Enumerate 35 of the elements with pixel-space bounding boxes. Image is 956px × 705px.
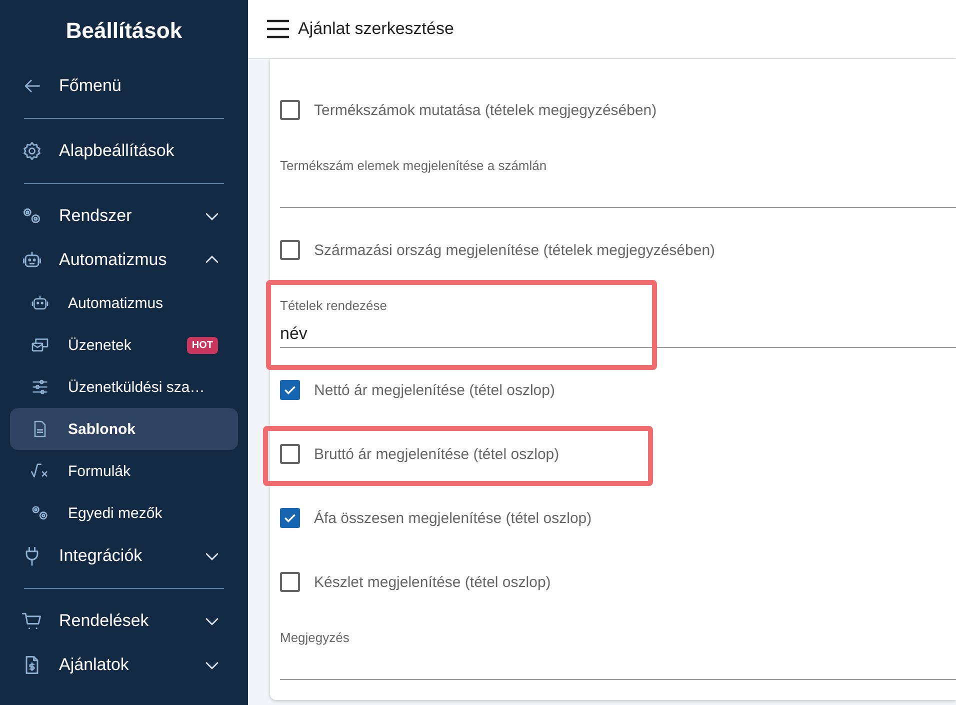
checkbox[interactable]	[280, 572, 300, 592]
checkbox[interactable]	[280, 380, 300, 400]
input-field[interactable]: Termékszám elemek megjelenítése a számlán	[280, 152, 956, 208]
nav-item[interactable]: Integrációk	[0, 534, 248, 578]
nav-item[interactable]: Rendszer	[0, 194, 248, 238]
checkbox-label: Készlet megjelenítése (tétel oszlop)	[314, 574, 551, 590]
hot-badge: HOT	[186, 336, 218, 354]
checkbox-label: Termékszámok mutatása (tételek megjegyzésében)	[314, 102, 657, 118]
checkbox[interactable]	[280, 444, 300, 464]
checkbox-label: Nettó ár megjelenítése (tétel oszlop)	[314, 382, 555, 398]
checkbox-label: Bruttó ár megjelenítése (tétel oszlop)	[314, 446, 560, 462]
nav-item[interactable]: Főmenü	[0, 64, 248, 108]
nav-item[interactable]: Automatizmus	[0, 238, 248, 282]
nav-item[interactable]: Alapbeállítások	[0, 129, 248, 173]
checkbox[interactable]	[280, 508, 300, 528]
checkbox[interactable]	[280, 100, 300, 120]
page-title: Ajánlat szerkesztése	[298, 19, 454, 39]
nav-subitem[interactable]: Formulák	[10, 450, 238, 492]
input-field[interactable]: Megjegyzés	[280, 624, 956, 680]
nav-item[interactable]: Rendelések	[0, 599, 248, 643]
nav-subitem[interactable]: Egyedi mezők	[10, 492, 238, 534]
checkbox-label: Áfa összesen megjelenítése (tétel oszlop)	[314, 510, 592, 526]
nav-subitem[interactable]: Üzenetküldési sza…	[10, 366, 238, 408]
sliders-icon	[30, 377, 50, 397]
checkbox-label: Származási ország megjelenítése (tételek megjegyzésében)	[314, 242, 716, 258]
input-field[interactable]: Tételek rendezése név	[280, 292, 956, 348]
cart-icon	[21, 610, 43, 632]
menu-icon[interactable]	[266, 19, 290, 39]
nav-subitem[interactable]: Sablonok	[10, 408, 238, 450]
checkbox[interactable]	[280, 240, 300, 260]
nav-subitem[interactable]: Üzenetek HOT	[10, 324, 238, 366]
nav-item[interactable]: Ajánlatok	[0, 643, 248, 687]
sidebar-title: Beállítások	[64, 17, 184, 45]
gear-icon	[21, 140, 43, 162]
nav-subitem[interactable]: Automatizmus	[10, 282, 238, 324]
